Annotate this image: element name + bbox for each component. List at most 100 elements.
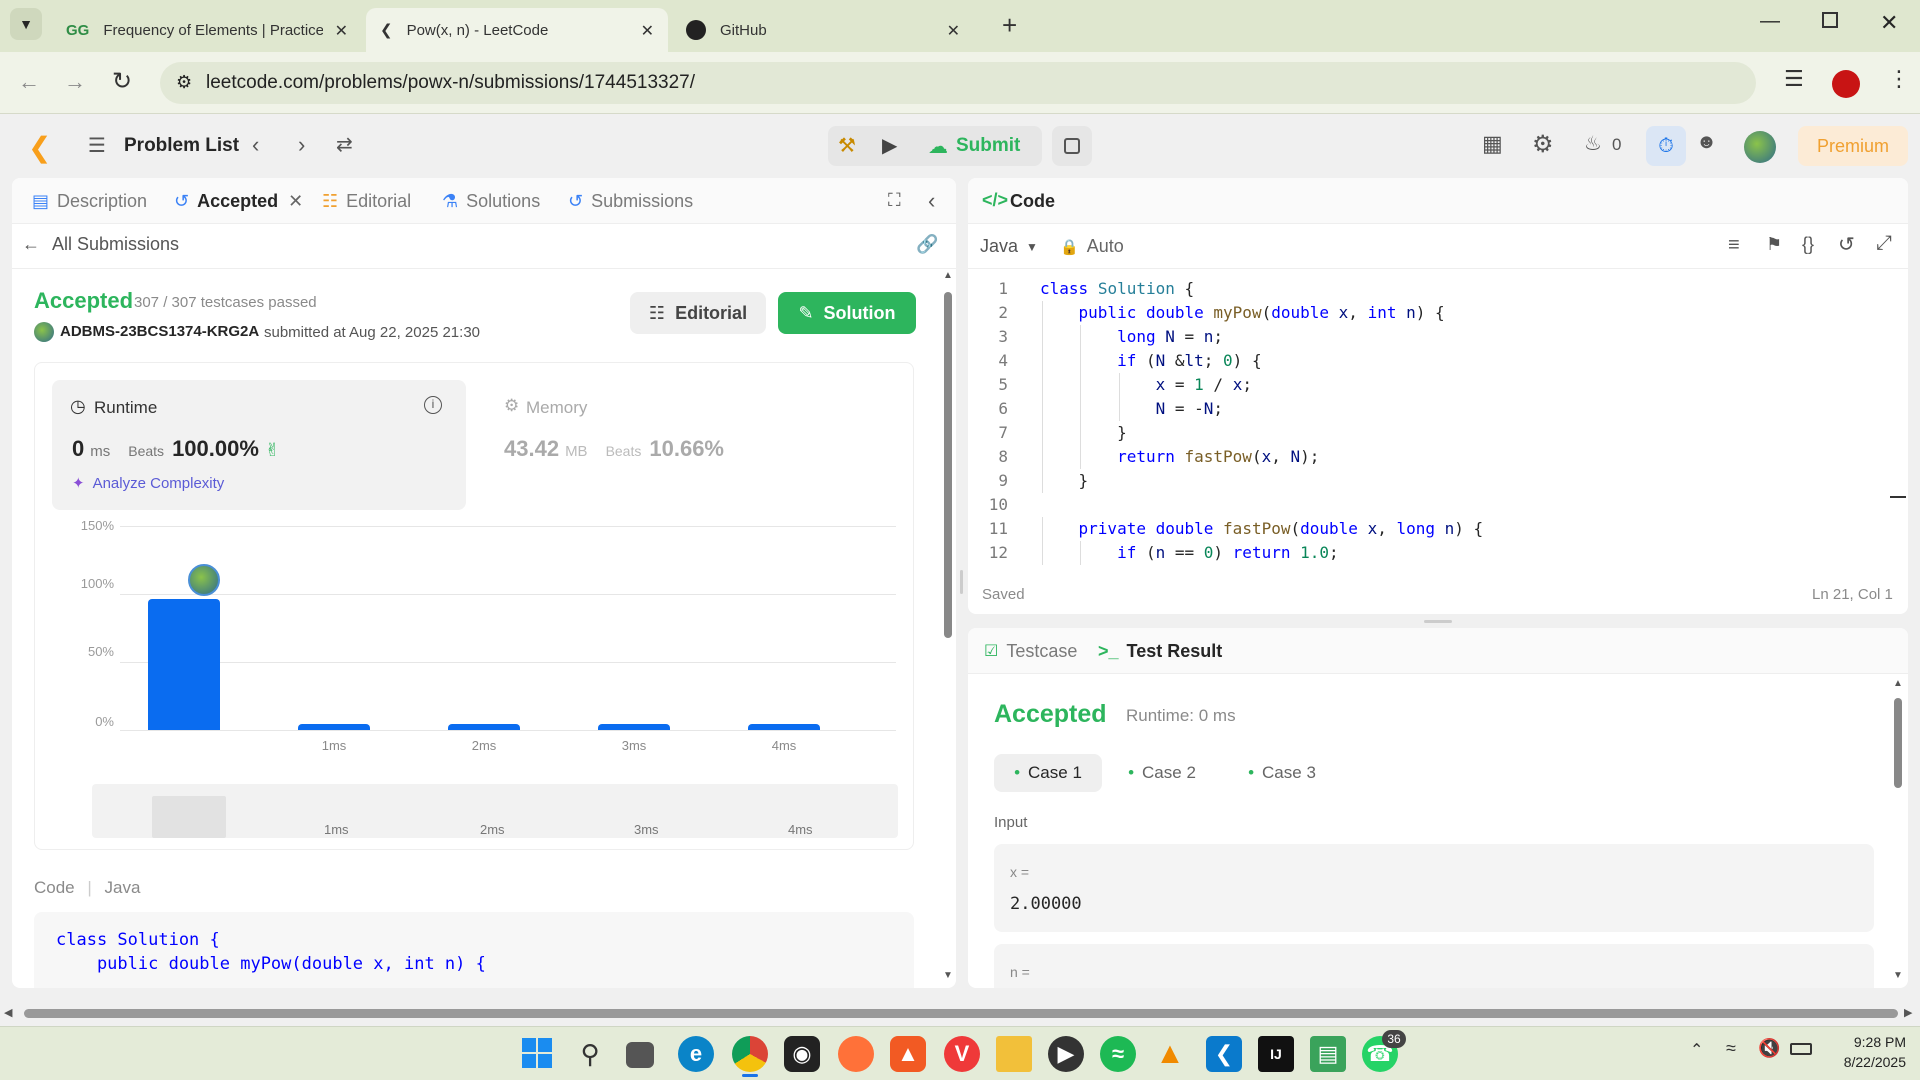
back-arrow-icon[interactable]: ←	[18, 69, 40, 95]
analyze-complexity-link[interactable]: ✦ Analyze Complexity	[72, 474, 224, 493]
add-friend-icon[interactable]: ☻	[1696, 131, 1717, 154]
settings-gear-icon[interactable]: ⚙	[1532, 130, 1554, 159]
scroll-up-arrow[interactable]: ▲	[1893, 678, 1903, 689]
range-selector-handle[interactable]	[152, 796, 226, 838]
clock-date[interactable]: 8/22/2025	[1820, 1054, 1906, 1070]
wifi-icon[interactable]: ≈	[1726, 1038, 1736, 1059]
tab-description[interactable]: ▤ Description	[32, 178, 147, 224]
media-control-icon[interactable]: ☰	[1784, 66, 1804, 92]
tab-submissions[interactable]: ↺ Submissions	[568, 178, 693, 224]
volume-muted-icon[interactable]: 🔇	[1758, 1038, 1780, 1059]
solution-button[interactable]: ✎ Solution	[778, 292, 916, 334]
scroll-up-arrow[interactable]: ▲	[943, 270, 953, 281]
layout-icon[interactable]: ▦	[1482, 131, 1503, 157]
chrome-icon[interactable]	[732, 1036, 768, 1072]
forward-arrow-icon[interactable]: →	[64, 69, 86, 95]
vivaldi-icon[interactable]: V	[944, 1036, 980, 1072]
user-avatar[interactable]	[1744, 131, 1776, 163]
case-3-tab[interactable]: • Case 3	[1232, 754, 1332, 792]
collapse-panel-icon[interactable]: ‹	[928, 188, 935, 214]
close-window-button[interactable]: ✕	[1880, 10, 1898, 36]
close-tab-icon[interactable]: ✕	[947, 21, 960, 41]
share-link-icon[interactable]: 🔗	[916, 234, 938, 255]
browser-tab-leetcode[interactable]: ❮ Pow(x, n) - LeetCode ✕	[366, 8, 668, 52]
close-tab-icon[interactable]: ✕	[288, 191, 303, 212]
info-icon[interactable]: i	[424, 396, 442, 414]
close-tab-icon[interactable]: ✕	[641, 21, 654, 41]
clock-time[interactable]: 9:28 PM	[1830, 1034, 1906, 1050]
browser-tab-github[interactable]: GitHub ✕	[672, 8, 974, 52]
scroll-thumb[interactable]	[1894, 698, 1902, 788]
format-icon[interactable]: ≡	[1728, 234, 1740, 257]
profile-avatar[interactable]	[1832, 70, 1860, 98]
site-info-icon[interactable]: ⚙	[176, 72, 192, 93]
search-icon[interactable]: ⚲	[572, 1036, 608, 1072]
media-player-icon[interactable]: ▶	[1048, 1036, 1084, 1072]
task-view-icon[interactable]	[626, 1042, 654, 1068]
reload-icon[interactable]: ↻	[112, 67, 132, 96]
problem-list-icon[interactable]: ☰	[88, 133, 106, 158]
intellij-icon[interactable]: IJ	[1258, 1036, 1294, 1072]
show-hidden-icons[interactable]: ⌃	[1690, 1040, 1703, 1060]
submit-button[interactable]: ☁ Submit	[928, 126, 1040, 166]
brave-icon[interactable]: ▲	[890, 1036, 926, 1072]
case-1-tab[interactable]: • Case 1	[994, 754, 1102, 792]
scroll-thumb[interactable]	[944, 292, 952, 638]
spreadsheet-icon[interactable]: ▤	[1310, 1036, 1346, 1072]
battery-icon[interactable]	[1790, 1043, 1812, 1055]
chart-bar[interactable]	[748, 724, 820, 730]
chart-bar[interactable]	[448, 724, 520, 730]
tab-testcase[interactable]: ☑ Testcase	[984, 628, 1077, 674]
all-submissions-link[interactable]: ← All Submissions	[22, 234, 179, 255]
vlc-icon[interactable]: ▲	[1152, 1036, 1188, 1072]
left-scrollbar[interactable]: ▲ ▼	[942, 270, 954, 986]
problem-list-link[interactable]: Problem List	[124, 135, 239, 157]
scroll-right-arrow[interactable]: ▶	[1904, 1006, 1912, 1019]
horizontal-scrollbar[interactable]: ◀ ▶	[0, 1004, 1920, 1022]
code-editor[interactable]: 1 class Solution {2 public double myPow(d…	[968, 277, 1888, 565]
chart-bar[interactable]	[598, 724, 670, 730]
notes-button[interactable]	[1052, 126, 1092, 166]
scroll-left-arrow[interactable]: ◀	[4, 1006, 12, 1019]
editorial-button[interactable]: ☷ Editorial	[630, 292, 766, 334]
bookmark-icon[interactable]: ⚑	[1766, 234, 1782, 255]
minimize-button[interactable]: —	[1760, 10, 1780, 33]
panel-resize-handle[interactable]	[1424, 620, 1452, 623]
prev-problem-icon[interactable]: ‹	[252, 132, 259, 158]
close-tab-icon[interactable]: ✕	[335, 21, 348, 41]
firefox-icon[interactable]	[838, 1036, 874, 1072]
vertical-resize-handle[interactable]	[960, 570, 963, 594]
language-select[interactable]: Java ▼	[980, 236, 1038, 257]
spotify-icon[interactable]: ≈	[1100, 1036, 1136, 1072]
windows-start-icon[interactable]	[522, 1038, 552, 1068]
result-scrollbar[interactable]: ▲ ▼	[1892, 678, 1904, 986]
fullscreen-icon[interactable]: ⛶	[888, 190, 901, 211]
vscode-icon[interactable]: ❮	[1206, 1036, 1242, 1072]
random-problem-icon[interactable]: ⇄	[336, 132, 353, 157]
browser-menu-icon[interactable]: ⋮	[1888, 66, 1910, 92]
run-icon[interactable]: ▶	[882, 133, 897, 158]
tab-accepted[interactable]: ↺ Accepted ✕	[174, 178, 303, 224]
chart-bar[interactable]	[148, 599, 220, 730]
new-tab-button[interactable]: +	[1002, 10, 1017, 41]
scroll-thumb[interactable]	[24, 1009, 1898, 1018]
edge-icon[interactable]: e	[678, 1036, 714, 1072]
braces-icon[interactable]: {}	[1802, 234, 1814, 255]
camera-icon[interactable]: ◉	[784, 1036, 820, 1072]
reset-icon[interactable]: ↺	[1838, 232, 1855, 257]
url-bar[interactable]: ⚙ leetcode.com/problems/powx-n/submissio…	[160, 62, 1756, 104]
tab-editorial[interactable]: ☷ Editorial	[322, 178, 411, 224]
scroll-down-arrow[interactable]: ▼	[943, 970, 953, 981]
next-problem-icon[interactable]: ›	[298, 132, 305, 158]
case-2-tab[interactable]: • Case 2	[1112, 754, 1212, 792]
expand-icon[interactable]: ⤢	[1876, 232, 1892, 255]
tab-solutions[interactable]: ⚗ Solutions	[442, 178, 540, 224]
debug-icon[interactable]: ⚒	[838, 133, 856, 158]
timer-button[interactable]: ⏱	[1646, 126, 1686, 166]
streak-fire-icon[interactable]: ♨	[1584, 131, 1602, 156]
file-explorer-icon[interactable]	[996, 1036, 1032, 1072]
tab-search-dropdown[interactable]: ▼	[10, 8, 42, 40]
auto-mode[interactable]: 🔒 Auto	[1060, 236, 1124, 257]
browser-tab-gfg[interactable]: GG Frequency of Elements | Practice | G …	[52, 8, 362, 52]
chart-bar[interactable]	[298, 724, 370, 730]
